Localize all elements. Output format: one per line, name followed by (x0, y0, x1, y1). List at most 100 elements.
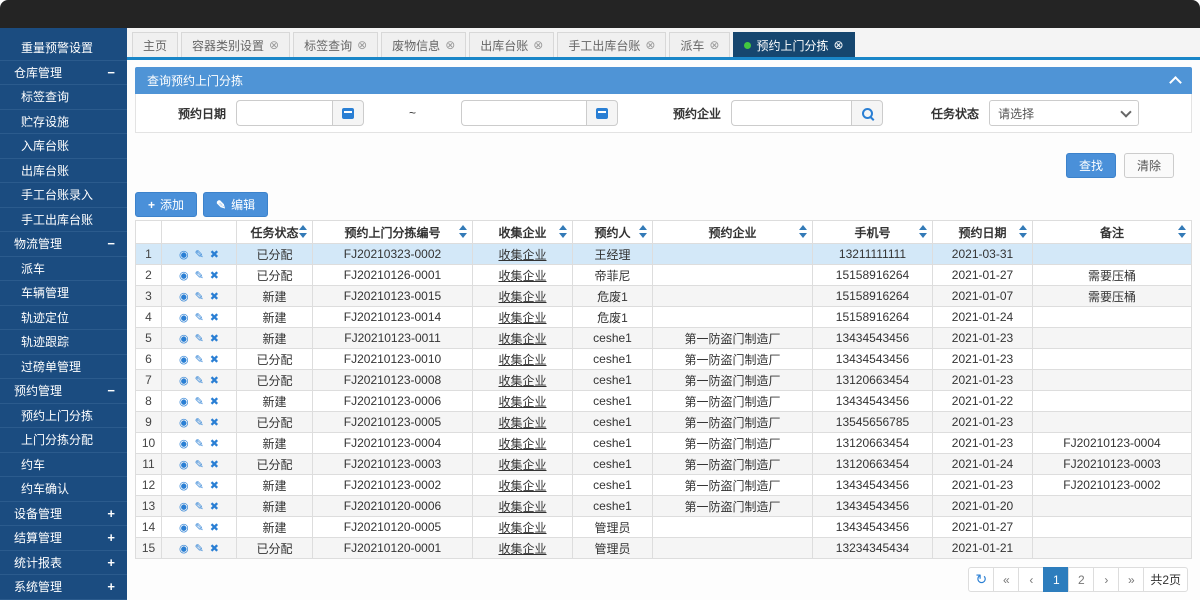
delete-icon[interactable]: ✖ (210, 333, 219, 345)
delete-icon[interactable]: ✖ (210, 291, 219, 303)
view-icon[interactable]: ◉ (179, 354, 189, 366)
close-icon[interactable]: ⊗ (533, 39, 543, 51)
edit-icon[interactable]: ✎ (195, 291, 204, 303)
collapse-icon[interactable]: − (107, 237, 115, 250)
view-icon[interactable]: ◉ (179, 438, 189, 450)
page-nav-button[interactable]: › (1093, 567, 1119, 592)
sort-icon[interactable] (799, 225, 807, 238)
date-to-input[interactable] (461, 100, 586, 126)
edit-icon[interactable]: ✎ (195, 270, 204, 282)
sidebar-item-18[interactable]: 约车确认 (0, 477, 127, 502)
sidebar-item-19[interactable]: 设备管理+ (0, 502, 127, 527)
sidebar-item-9[interactable]: 派车 (0, 257, 127, 282)
edit-icon[interactable]: ✎ (195, 417, 204, 429)
sidebar-item-16[interactable]: 上门分拣分配 (0, 428, 127, 453)
sidebar-item-20[interactable]: 结算管理+ (0, 526, 127, 551)
column-header[interactable]: 预约人 (573, 221, 653, 244)
tab-0[interactable]: 主页 (132, 32, 178, 57)
sort-icon[interactable] (639, 225, 647, 238)
page-nav-button[interactable]: » (1118, 567, 1144, 592)
collector-link[interactable]: 收集企业 (498, 269, 546, 283)
delete-icon[interactable]: ✖ (210, 543, 219, 555)
company-input[interactable] (731, 100, 851, 126)
sidebar-item-17[interactable]: 约车 (0, 453, 127, 478)
view-icon[interactable]: ◉ (179, 270, 189, 282)
collector-link[interactable]: 收集企业 (498, 542, 546, 556)
close-icon[interactable]: ⊗ (834, 39, 844, 51)
tab-1[interactable]: 容器类别设置⊗ (181, 32, 290, 57)
sidebar-item-0[interactable]: 重量预警设置 (0, 36, 127, 61)
sidebar-item-5[interactable]: 出库台账 (0, 159, 127, 184)
sidebar-item-14[interactable]: 预约管理− (0, 379, 127, 404)
tab-7[interactable]: 预约上门分拣⊗ (733, 32, 854, 57)
sidebar-item-1[interactable]: 仓库管理− (0, 61, 127, 86)
tab-2[interactable]: 标签查询⊗ (293, 32, 378, 57)
close-icon[interactable]: ⊗ (357, 39, 367, 51)
collector-link[interactable]: 收集企业 (498, 290, 546, 304)
tab-5[interactable]: 手工出库台账⊗ (557, 32, 666, 57)
view-icon[interactable]: ◉ (179, 312, 189, 324)
sidebar-item-3[interactable]: 贮存设施 (0, 110, 127, 135)
table-row[interactable]: 5◉✎✖新建FJ20210123-0011收集企业ceshe1第一防盗门制造厂1… (136, 328, 1192, 349)
sidebar-item-13[interactable]: 过磅单管理 (0, 355, 127, 380)
edit-icon[interactable]: ✎ (195, 459, 204, 471)
sidebar-item-12[interactable]: 轨迹跟踪 (0, 330, 127, 355)
edit-icon[interactable]: ✎ (195, 543, 204, 555)
delete-icon[interactable]: ✖ (210, 417, 219, 429)
view-icon[interactable]: ◉ (179, 543, 189, 555)
view-icon[interactable]: ◉ (179, 459, 189, 471)
search-button[interactable]: 查找 (1066, 153, 1116, 178)
edit-icon[interactable]: ✎ (195, 480, 204, 492)
sidebar-item-7[interactable]: 手工出库台账 (0, 208, 127, 233)
clear-button[interactable]: 清除 (1124, 153, 1174, 178)
view-icon[interactable]: ◉ (179, 375, 189, 387)
table-row[interactable]: 10◉✎✖新建FJ20210123-0004收集企业ceshe1第一防盗门制造厂… (136, 433, 1192, 454)
column-header[interactable]: 手机号 (813, 221, 933, 244)
column-header[interactable]: 备注 (1033, 221, 1192, 244)
view-icon[interactable]: ◉ (179, 249, 189, 261)
collector-link[interactable]: 收集企业 (498, 374, 546, 388)
edit-icon[interactable]: ✎ (195, 396, 204, 408)
expand-icon[interactable]: + (107, 580, 115, 593)
tab-3[interactable]: 废物信息⊗ (381, 32, 466, 57)
column-header[interactable]: 预约企业 (653, 221, 813, 244)
table-row[interactable]: 14◉✎✖新建FJ20210120-0005收集企业管理员13434543456… (136, 517, 1192, 538)
table-row[interactable]: 8◉✎✖新建FJ20210123-0006收集企业ceshe1第一防盗门制造厂1… (136, 391, 1192, 412)
date-from-calendar-button[interactable] (332, 100, 364, 126)
page-nav-button[interactable]: « (993, 567, 1019, 592)
collector-link[interactable]: 收集企业 (498, 332, 546, 346)
expand-icon[interactable]: + (107, 556, 115, 569)
company-search-button[interactable] (851, 100, 883, 126)
collapse-panel-icon[interactable] (1169, 76, 1182, 89)
table-row[interactable]: 11◉✎✖已分配FJ20210123-0003收集企业ceshe1第一防盗门制造… (136, 454, 1192, 475)
date-to-calendar-button[interactable] (586, 100, 618, 126)
edit-icon[interactable]: ✎ (195, 312, 204, 324)
table-row[interactable]: 13◉✎✖新建FJ20210120-0006收集企业ceshe1第一防盗门制造厂… (136, 496, 1192, 517)
delete-icon[interactable]: ✖ (210, 375, 219, 387)
view-icon[interactable]: ◉ (179, 417, 189, 429)
collector-link[interactable]: 收集企业 (498, 395, 546, 409)
sidebar-item-10[interactable]: 车辆管理 (0, 281, 127, 306)
edit-icon[interactable]: ✎ (195, 375, 204, 387)
close-icon[interactable]: ⊗ (645, 39, 655, 51)
collector-link[interactable]: 收集企业 (498, 479, 546, 493)
collector-link[interactable]: 收集企业 (498, 353, 546, 367)
status-select[interactable]: 请选择 (989, 100, 1139, 126)
column-header[interactable]: 预约上门分拣编号 (313, 221, 473, 244)
delete-icon[interactable]: ✖ (210, 312, 219, 324)
collector-link[interactable]: 收集企业 (498, 437, 546, 451)
sidebar-item-22[interactable]: 系统管理+ (0, 575, 127, 600)
table-row[interactable]: 15◉✎✖已分配FJ20210120-0001收集企业管理员1323434543… (136, 538, 1192, 559)
date-from-input[interactable] (236, 100, 332, 126)
delete-icon[interactable]: ✖ (210, 459, 219, 471)
tab-4[interactable]: 出库台账⊗ (469, 32, 554, 57)
delete-icon[interactable]: ✖ (210, 270, 219, 282)
collector-link[interactable]: 收集企业 (498, 311, 546, 325)
sidebar-item-21[interactable]: 统计报表+ (0, 551, 127, 576)
edit-button[interactable]: ✎ 编辑 (203, 192, 268, 217)
edit-icon[interactable]: ✎ (195, 333, 204, 345)
delete-icon[interactable]: ✖ (210, 501, 219, 513)
collector-link[interactable]: 收集企业 (498, 500, 546, 514)
view-icon[interactable]: ◉ (179, 501, 189, 513)
close-icon[interactable]: ⊗ (445, 39, 455, 51)
